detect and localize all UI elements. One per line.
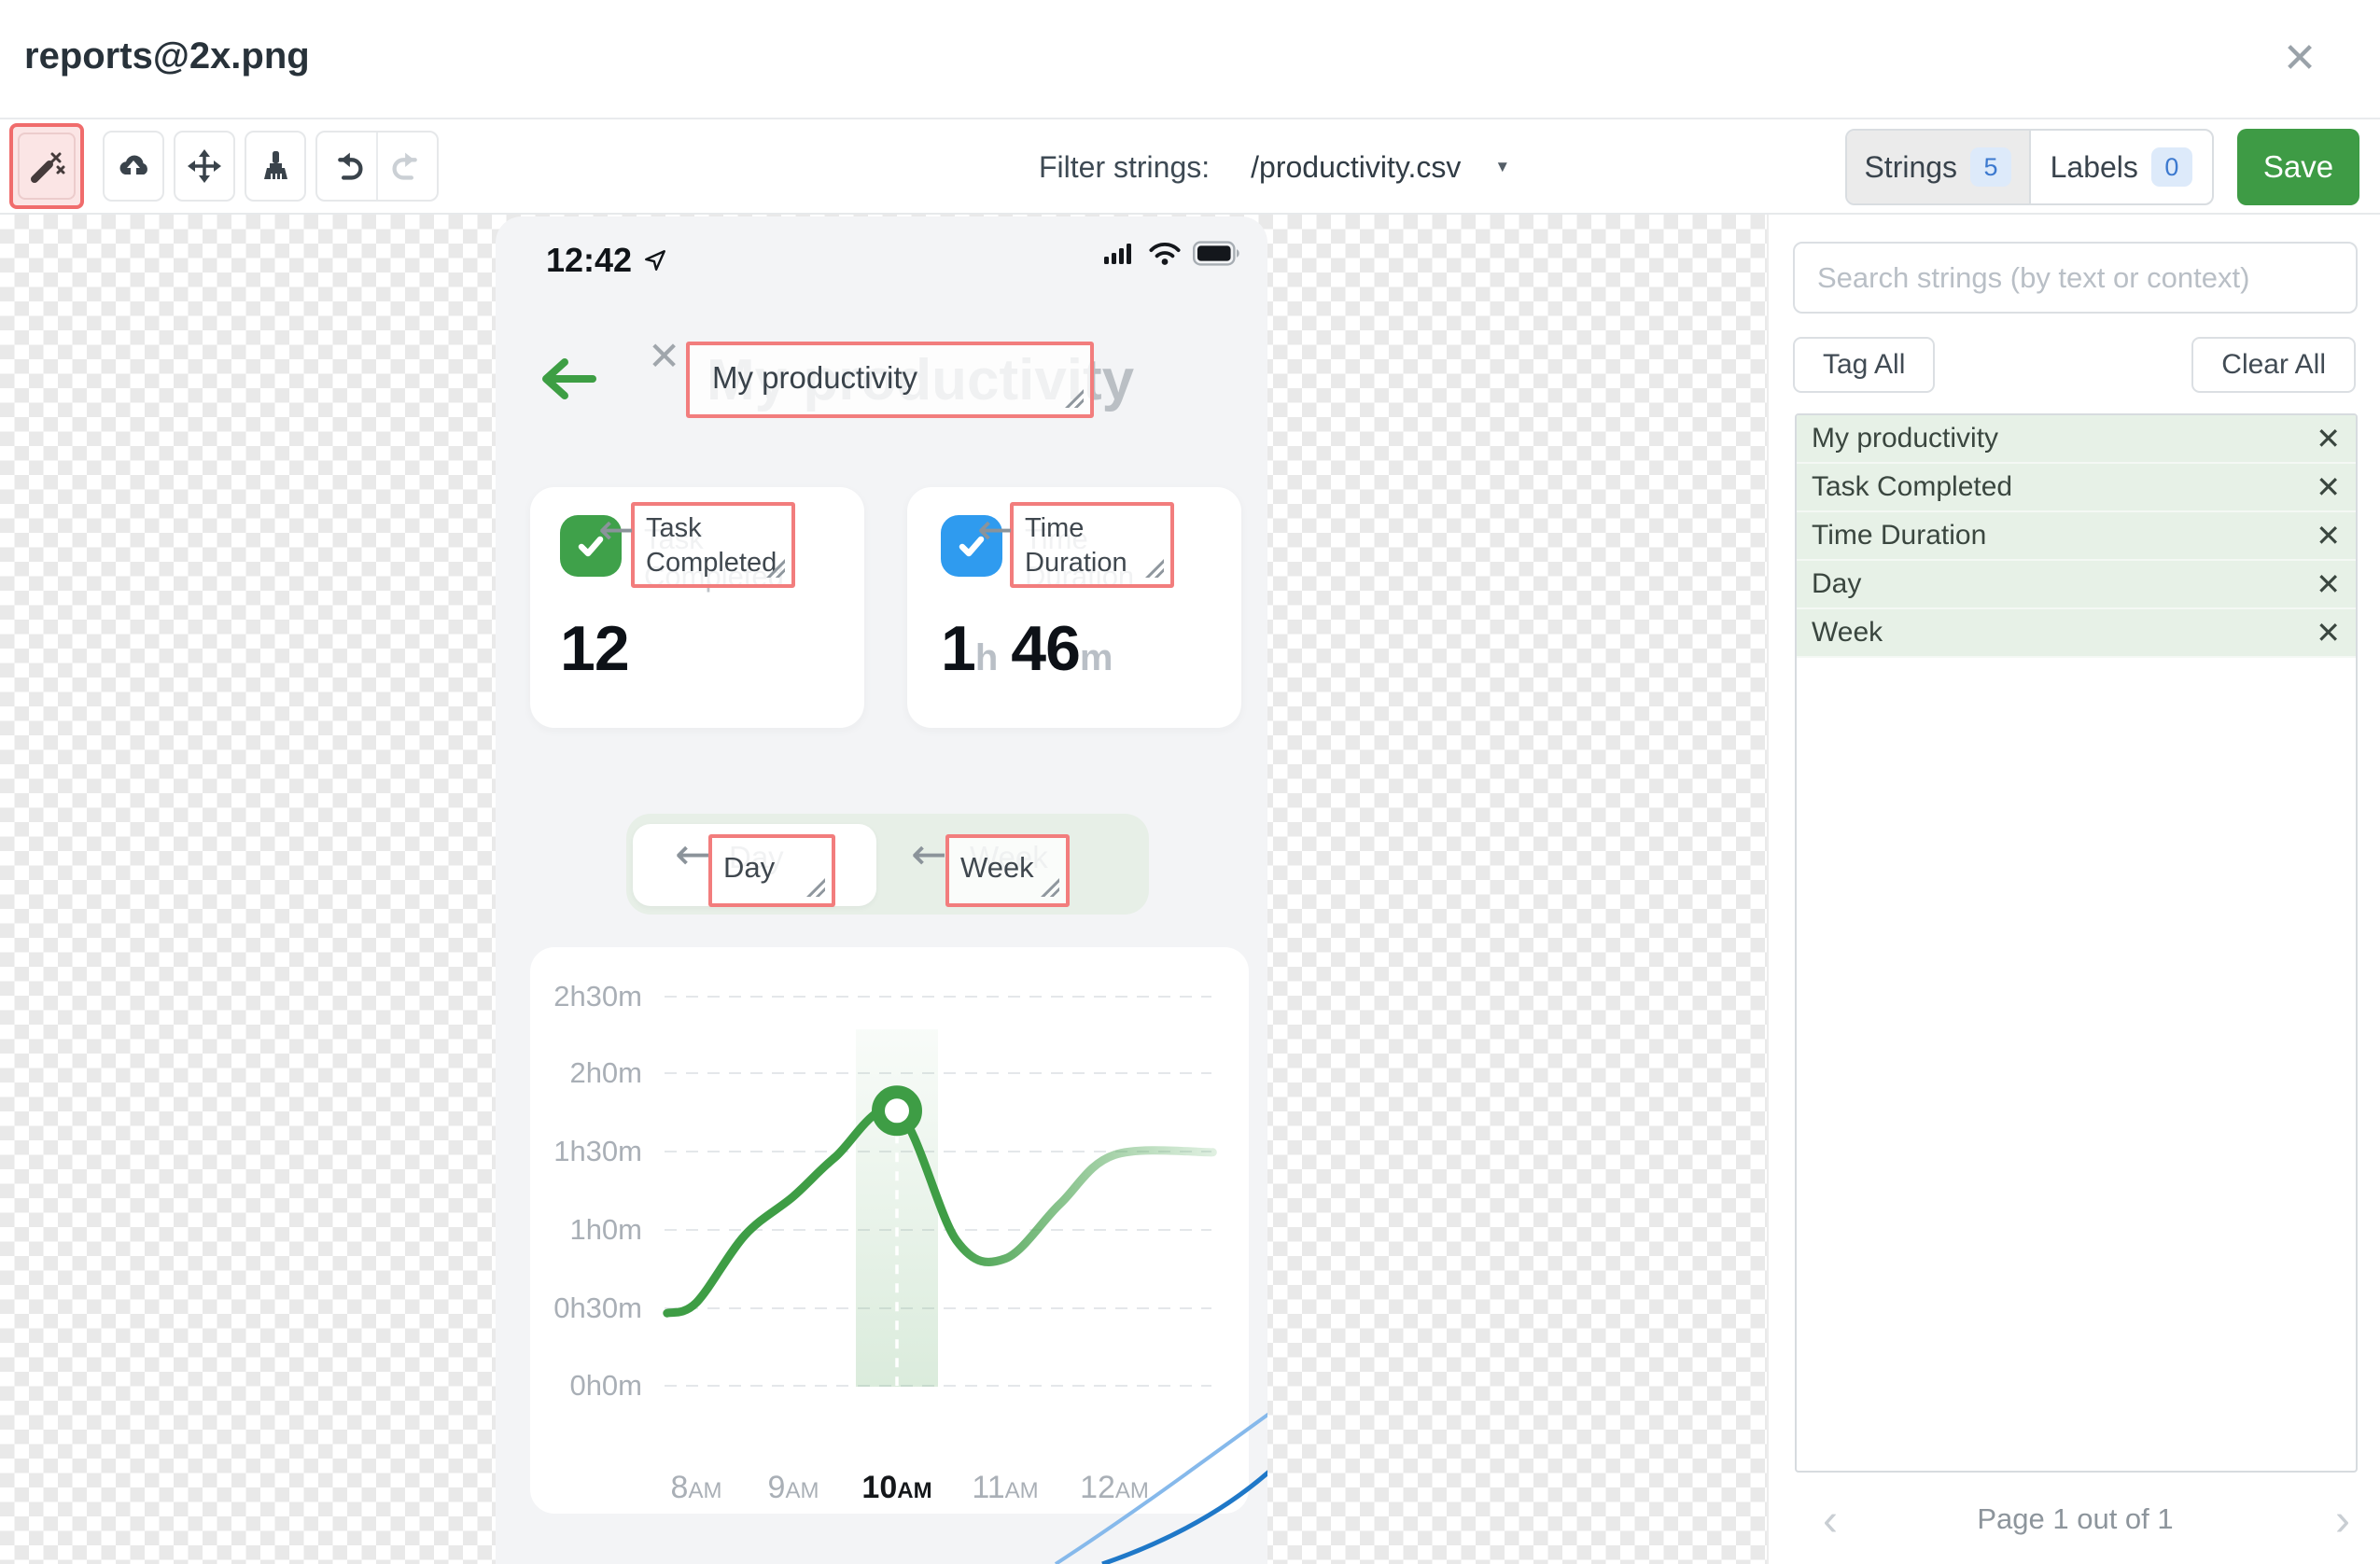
x-tick[interactable]: 8AM [640,1470,752,1506]
close-icon: ✕ [2282,35,2317,81]
task-completed-string-tag[interactable]: Task Completed [631,502,795,588]
remove-string-icon[interactable]: ✕ [2316,424,2341,454]
productivity-chart: 2h30m 2h0m 1h30m 1h0m 0h30m 0h0m 8AM 9AM… [530,947,1249,1514]
y-tick: 2h30m [553,980,642,1012]
magic-wand-button[interactable] [18,133,76,200]
day-tag-text: Day [723,851,776,884]
string-text: Time Duration [1812,520,1987,551]
undo-button[interactable] [317,133,376,200]
redo-icon [391,152,417,180]
highlight-point-marker[interactable] [872,1085,922,1137]
strings-list: My productivity ✕ Task Completed ✕ Time … [1795,413,2358,1473]
string-row[interactable]: Day ✕ [1797,561,2356,609]
tag-arrow-icon: ← [911,829,947,879]
wifi-icon [1149,243,1181,265]
brush-icon [264,151,287,179]
battery-icon [1193,241,1239,266]
tag-arrow-icon: ← [675,829,711,879]
duration-value: 1 h 46 m [941,613,1113,684]
app-window: reports@2x.png ✕ Filter strings: /produc… [0,0,2380,1564]
tab-strings[interactable]: Strings 5 [1847,131,2029,203]
remove-string-icon[interactable]: ✕ [2316,569,2341,599]
save-button[interactable]: Save [2237,129,2359,205]
tab-labels[interactable]: Labels 0 [2028,131,2213,203]
remove-title-tag-icon[interactable]: ✕ [648,333,680,379]
string-row[interactable]: Week ✕ [1797,609,2356,658]
pagination: ‹ Page 1 out of 1 › [1769,1495,2380,1551]
undo-redo-group [315,131,439,202]
tab-strings-label: Strings [1864,149,1958,184]
y-tick: 1h30m [553,1135,642,1167]
editor-canvas[interactable]: 12:42 ✕ My productivity 12 ← Task Comple… [0,215,1767,1564]
resize-handle-icon[interactable] [806,878,825,897]
close-dialog-button[interactable]: ✕ [2270,28,2330,88]
phone-status-bar: 12:42 [496,239,1267,284]
tag-all-button[interactable]: Tag All [1793,337,1936,393]
y-tick: 0h0m [569,1369,642,1402]
string-row[interactable]: My productivity ✕ [1797,415,2356,464]
x-tick[interactable]: 12AM [1058,1470,1170,1506]
page-indicator: Page 1 out of 1 [1977,1502,2174,1535]
move-tool-button[interactable] [174,131,235,202]
remove-string-icon[interactable]: ✕ [2316,521,2341,551]
day-string-tag[interactable]: Day [708,834,835,907]
week-string-tag[interactable]: Week [945,834,1070,907]
y-tick: 0h30m [553,1292,642,1324]
location-arrow-icon [645,250,666,271]
remove-string-icon[interactable]: ✕ [2316,618,2341,648]
magic-wand-tool-active[interactable] [9,123,84,209]
string-text: My productivity [1812,423,1999,454]
y-tick: 1h0m [569,1213,642,1246]
labels-count-badge: 0 [2150,147,2192,187]
string-row[interactable]: Task Completed ✕ [1797,464,2356,512]
resize-handle-icon[interactable] [1041,878,1059,897]
chart-line [663,1104,1217,1318]
tab-labels-label: Labels [2050,149,2138,184]
strings-count-badge: 5 [1970,147,2012,187]
status-time: 12:42 [546,241,633,279]
phone-screenshot: 12:42 ✕ My productivity 12 ← Task Comple… [496,216,1267,1564]
task-tag-text: Task Completed [646,513,777,578]
move-icon [188,149,221,183]
tag-arrow-icon: ← [598,504,635,554]
tasks-value: 12 [560,613,630,684]
string-text: Week [1812,617,1883,648]
next-page-icon[interactable]: › [2335,1495,2350,1546]
header: reports@2x.png ✕ [0,0,2380,119]
string-text: Day [1812,568,1862,599]
resize-handle-icon[interactable] [1065,389,1084,408]
string-text: Task Completed [1812,471,2013,502]
string-row[interactable]: Time Duration ✕ [1797,512,2356,561]
y-tick: 2h0m [569,1056,642,1089]
cloud-upload-icon [119,155,147,175]
search-input[interactable] [1793,242,2358,314]
x-tick[interactable]: 11AM [949,1470,1061,1506]
title-string-tag[interactable]: My productivity [686,342,1094,418]
tag-arrow-icon: ← [977,504,1014,554]
filter-strings-label: Filter strings: [1039,149,1211,184]
brush-tool-button[interactable] [245,131,306,202]
week-tag-text: Week [960,851,1034,884]
x-tick-selected[interactable]: 10AM [841,1470,953,1506]
title-tag-text: My productivity [712,360,918,395]
clear-all-button[interactable]: Clear All [2191,337,2356,393]
redo-button[interactable] [376,133,437,200]
x-tick[interactable]: 9AM [737,1470,849,1506]
undo-icon [337,152,363,180]
toolbar: Filter strings: /productivity.csv ▼ Stri… [0,119,2380,215]
strings-panel: Tag All Clear All My productivity ✕ Task… [1767,215,2380,1564]
filter-file-select[interactable]: /productivity.csv [1251,150,1461,185]
time-duration-string-tag[interactable]: Time Duration [1010,502,1174,588]
cellular-signal-icon [1104,243,1131,264]
magic-wand-icon [31,152,65,183]
upload-button[interactable] [103,131,164,202]
chevron-down-icon[interactable]: ▼ [1494,158,1510,176]
back-arrow-icon[interactable] [535,356,600,401]
file-title: reports@2x.png [24,35,310,77]
filter-strings-control: Filter strings: /productivity.csv ▼ [1039,119,1510,215]
highlight-band [856,1029,938,1387]
remove-string-icon[interactable]: ✕ [2316,472,2341,502]
time-tag-text: Time Duration [1025,513,1127,578]
strings-labels-tabs: Strings 5 Labels 0 [1845,129,2214,205]
